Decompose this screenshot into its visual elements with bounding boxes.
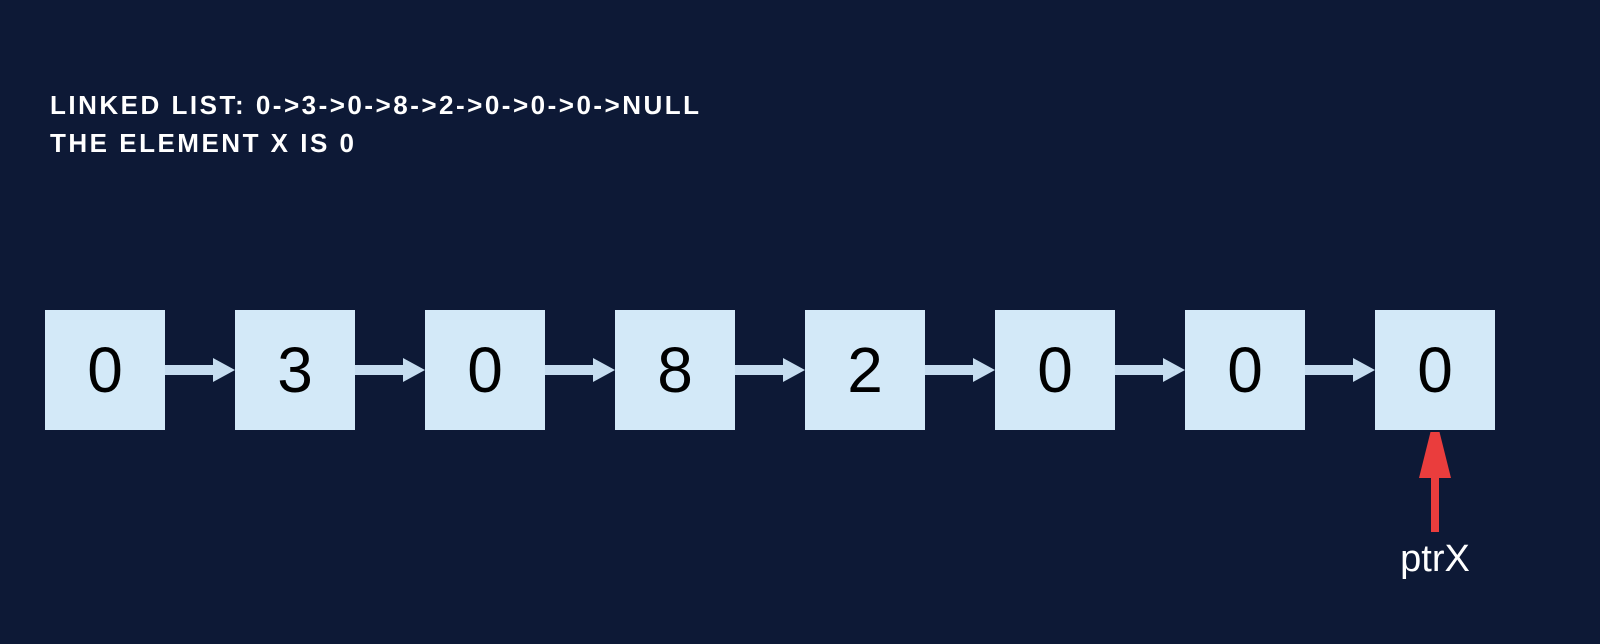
linked-list-row: 03082000 [45,310,1495,430]
list-node: 0 [425,310,545,430]
list-node: 0 [1375,310,1495,430]
list-node: 0 [45,310,165,430]
pointer-label: ptrX [1400,538,1470,581]
list-node: 3 [235,310,355,430]
link-arrow-icon [355,358,425,382]
heading-line-1: LINKED LIST: 0->3->0->8->2->0->0->0->NUL… [50,90,702,121]
heading-line-2: THE ELEMENT X IS 0 [50,128,357,159]
list-node: 8 [615,310,735,430]
list-node: 0 [1185,310,1305,430]
link-arrow-icon [165,358,235,382]
link-arrow-icon [545,358,615,382]
list-node: 0 [995,310,1115,430]
link-arrow-icon [735,358,805,382]
link-arrow-icon [1115,358,1185,382]
link-arrow-icon [1305,358,1375,382]
pointer-arrow-icon [1415,432,1455,532]
pointer-group: ptrX [1385,432,1485,581]
link-arrow-icon [925,358,995,382]
list-node: 2 [805,310,925,430]
